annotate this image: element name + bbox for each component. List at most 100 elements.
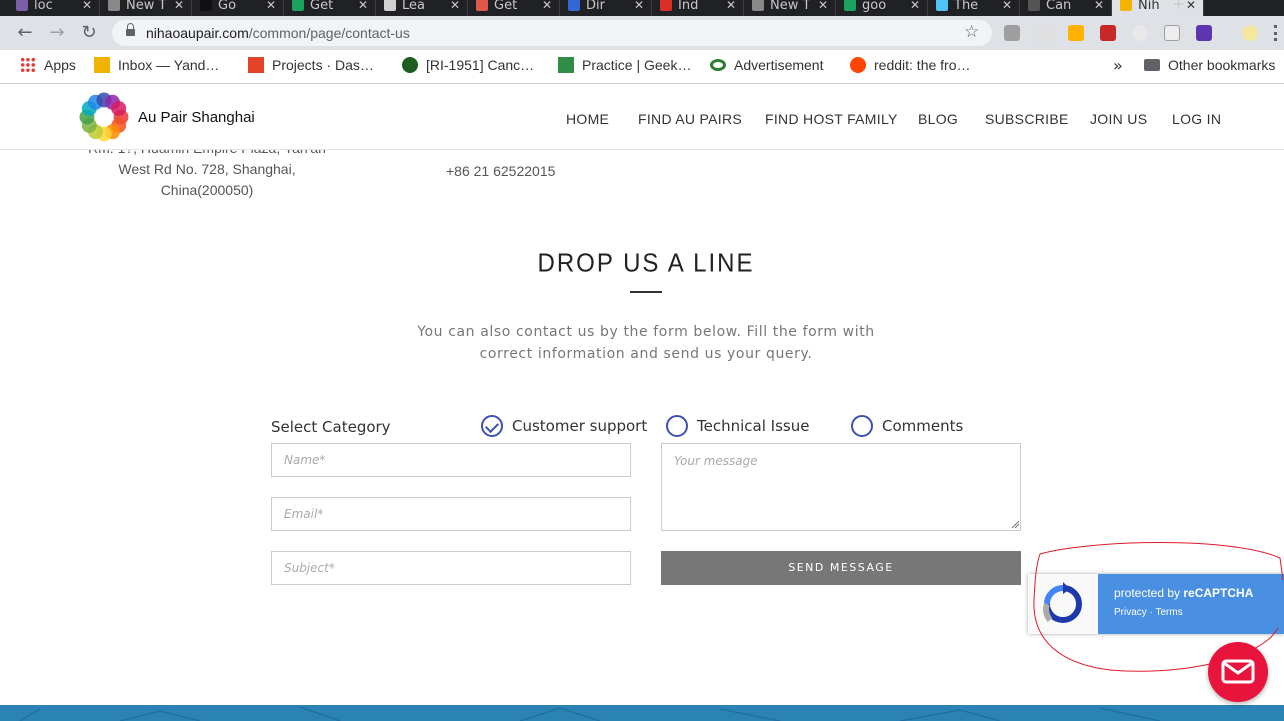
recaptcha-badge[interactable]: protected by reCAPTCHA Privacy · Terms bbox=[1028, 574, 1284, 634]
category-option[interactable]: Technical Issue bbox=[666, 415, 809, 437]
close-tab-icon[interactable]: ✕ bbox=[1094, 0, 1104, 12]
new-tab-plus-icon[interactable]: + bbox=[1172, 0, 1185, 13]
subject-input[interactable] bbox=[271, 551, 631, 585]
camera-extension-icon[interactable] bbox=[1004, 25, 1020, 41]
close-tab-icon[interactable]: ✕ bbox=[910, 0, 920, 12]
email-input[interactable] bbox=[271, 497, 631, 531]
mail-icon bbox=[94, 57, 110, 73]
section-intro: You can also contact us by the form belo… bbox=[417, 324, 875, 362]
browser-tab[interactable]: Dir ✕ bbox=[560, 0, 652, 16]
nav-item-blog[interactable]: BLOG bbox=[918, 111, 958, 127]
name-input[interactable] bbox=[271, 443, 631, 477]
tab-favicon-icon bbox=[568, 0, 580, 11]
au-pair-shanghai-logo-icon[interactable] bbox=[78, 91, 130, 143]
menu-dots-icon[interactable] bbox=[1274, 25, 1278, 41]
address-bar[interactable]: nihaoaupair.com/common/page/contact-us ☆ bbox=[112, 20, 992, 46]
office-phone: +86 21 62522015 bbox=[446, 163, 556, 179]
browser-tab[interactable]: Lea ✕ bbox=[376, 0, 468, 16]
purple-extension-icon[interactable] bbox=[1196, 25, 1212, 41]
close-tab-icon[interactable]: ✕ bbox=[542, 0, 552, 12]
category-label: Select Category bbox=[271, 418, 391, 436]
section-title: DROP US A LINE bbox=[537, 248, 755, 279]
url-text[interactable]: nihaoaupair.com/common/page/contact-us bbox=[146, 25, 410, 41]
nav-item-find-au-pairs[interactable]: FIND AU PAIRS bbox=[638, 111, 742, 127]
browser-tab[interactable]: Nih ✕ bbox=[1112, 0, 1204, 16]
bookmark-item[interactable]: [RI-1951] Canc… bbox=[402, 57, 534, 73]
bookmark-item[interactable]: Inbox — Yand… bbox=[94, 57, 219, 73]
browser-tab[interactable]: New T ✕ bbox=[100, 0, 192, 16]
category-option[interactable]: Customer support bbox=[481, 415, 647, 437]
nav-item-find-host-family[interactable]: FIND HOST FAMILY bbox=[765, 111, 898, 127]
close-tab-icon[interactable]: ✕ bbox=[1002, 0, 1012, 12]
timer-extension-icon[interactable] bbox=[1132, 25, 1148, 41]
radio-checked-icon[interactable] bbox=[481, 415, 503, 437]
bookmark-item[interactable]: reddit: the fro… bbox=[850, 57, 971, 73]
send-message-button[interactable]: SEND MESSAGE bbox=[661, 551, 1021, 585]
browser-tab[interactable]: Go ✕ bbox=[192, 0, 284, 16]
nav-item-log-in[interactable]: LOG IN bbox=[1172, 111, 1221, 127]
profile-avatar-icon[interactable] bbox=[1242, 25, 1258, 41]
close-tab-icon[interactable]: ✕ bbox=[82, 0, 92, 12]
tab-favicon-icon bbox=[292, 0, 304, 11]
bookmark-star-icon[interactable]: ☆ bbox=[964, 22, 979, 42]
recaptcha-privacy-terms-links[interactable]: Privacy · Terms bbox=[1114, 607, 1183, 618]
close-tab-icon[interactable]: ✕ bbox=[174, 0, 184, 12]
resize-grip-icon[interactable] bbox=[1010, 519, 1020, 529]
close-tab-icon[interactable]: ✕ bbox=[634, 0, 644, 12]
tab-favicon-icon bbox=[384, 0, 396, 11]
browser-tab[interactable]: Can ✕ bbox=[1020, 0, 1112, 16]
more-bookmarks-chevron-icon[interactable]: » bbox=[1113, 56, 1123, 75]
nav-item-join-us[interactable]: JOIN US bbox=[1090, 111, 1147, 127]
other-bookmarks-folder[interactable]: Other bookmarks bbox=[1144, 57, 1275, 73]
gitlab-icon bbox=[248, 57, 264, 73]
lastpass-extension-icon[interactable] bbox=[1100, 25, 1116, 41]
browser-tab[interactable]: goo ✕ bbox=[836, 0, 928, 16]
tab-favicon-icon bbox=[844, 0, 856, 11]
close-tab-icon[interactable]: ✕ bbox=[1186, 0, 1196, 12]
extension-icon[interactable] bbox=[1036, 25, 1052, 41]
close-tab-icon[interactable]: ✕ bbox=[726, 0, 736, 12]
reload-icon[interactable]: ↻ bbox=[78, 22, 100, 44]
tab-favicon-icon bbox=[752, 0, 764, 11]
forward-arrow-icon[interactable]: → bbox=[46, 22, 68, 44]
browser-tab[interactable]: Get ✕ bbox=[468, 0, 560, 16]
bookmark-item[interactable]: Practice | Geek… bbox=[558, 57, 691, 73]
bookmarks-bar: » Other bookmarks Apps Inbox — Yand… Proje… bbox=[0, 50, 1284, 84]
nav-item-subscribe[interactable]: SUBSCRIBE bbox=[985, 111, 1069, 127]
browser-tab[interactable]: New T ✕ bbox=[744, 0, 836, 16]
category-option[interactable]: Comments bbox=[851, 415, 963, 437]
back-arrow-icon[interactable]: ← bbox=[14, 22, 36, 44]
tracker-icon bbox=[402, 57, 418, 73]
recaptcha-info-panel: protected by reCAPTCHA Privacy · Terms bbox=[1098, 574, 1284, 634]
nav-item-home[interactable]: HOME bbox=[566, 111, 609, 127]
apps-grid-icon bbox=[20, 57, 36, 73]
bookmark-item[interactable]: Projects · Das… bbox=[248, 57, 374, 73]
browser-tab-strip: loc ✕ New T ✕ Go ✕ Get ✕ Lea ✕ Get ✕ Dir ✕ Ind ✕ New T ✕ g… bbox=[0, 0, 1284, 16]
browser-tab[interactable]: The ✕ bbox=[928, 0, 1020, 16]
geeks-icon bbox=[558, 57, 574, 73]
radio-unchecked-icon[interactable] bbox=[851, 415, 873, 437]
close-tab-icon[interactable]: ✕ bbox=[358, 0, 368, 12]
bookmark-item[interactable]: Apps bbox=[20, 57, 76, 73]
tab-favicon-icon bbox=[936, 0, 948, 11]
browser-tab[interactable]: loc ✕ bbox=[8, 0, 100, 16]
browser-tab[interactable]: Ind ✕ bbox=[652, 0, 744, 16]
browser-tab[interactable]: Get ✕ bbox=[284, 0, 376, 16]
close-tab-icon[interactable]: ✕ bbox=[450, 0, 460, 12]
site-header: Au Pair Shanghai HOME FIND AU PAIRS FIND H… bbox=[0, 85, 1284, 150]
message-textarea[interactable] bbox=[661, 443, 1021, 531]
bookmark-item[interactable]: Advertisement bbox=[710, 57, 823, 73]
reddit-icon bbox=[850, 57, 866, 73]
close-tab-icon[interactable]: ✕ bbox=[266, 0, 276, 12]
lock-icon bbox=[126, 23, 135, 38]
envelope-icon bbox=[1221, 659, 1255, 684]
close-tab-icon[interactable]: ✕ bbox=[818, 0, 828, 12]
contact-mail-button[interactable] bbox=[1208, 642, 1268, 702]
site-logo-text[interactable]: Au Pair Shanghai bbox=[138, 109, 255, 126]
radio-unchecked-icon[interactable] bbox=[666, 415, 688, 437]
document-extension-icon[interactable] bbox=[1164, 25, 1180, 41]
tab-favicon-icon bbox=[108, 0, 120, 11]
tab-favicon-icon bbox=[200, 0, 212, 11]
honey-extension-icon[interactable] bbox=[1068, 25, 1084, 41]
title-divider bbox=[630, 291, 662, 293]
